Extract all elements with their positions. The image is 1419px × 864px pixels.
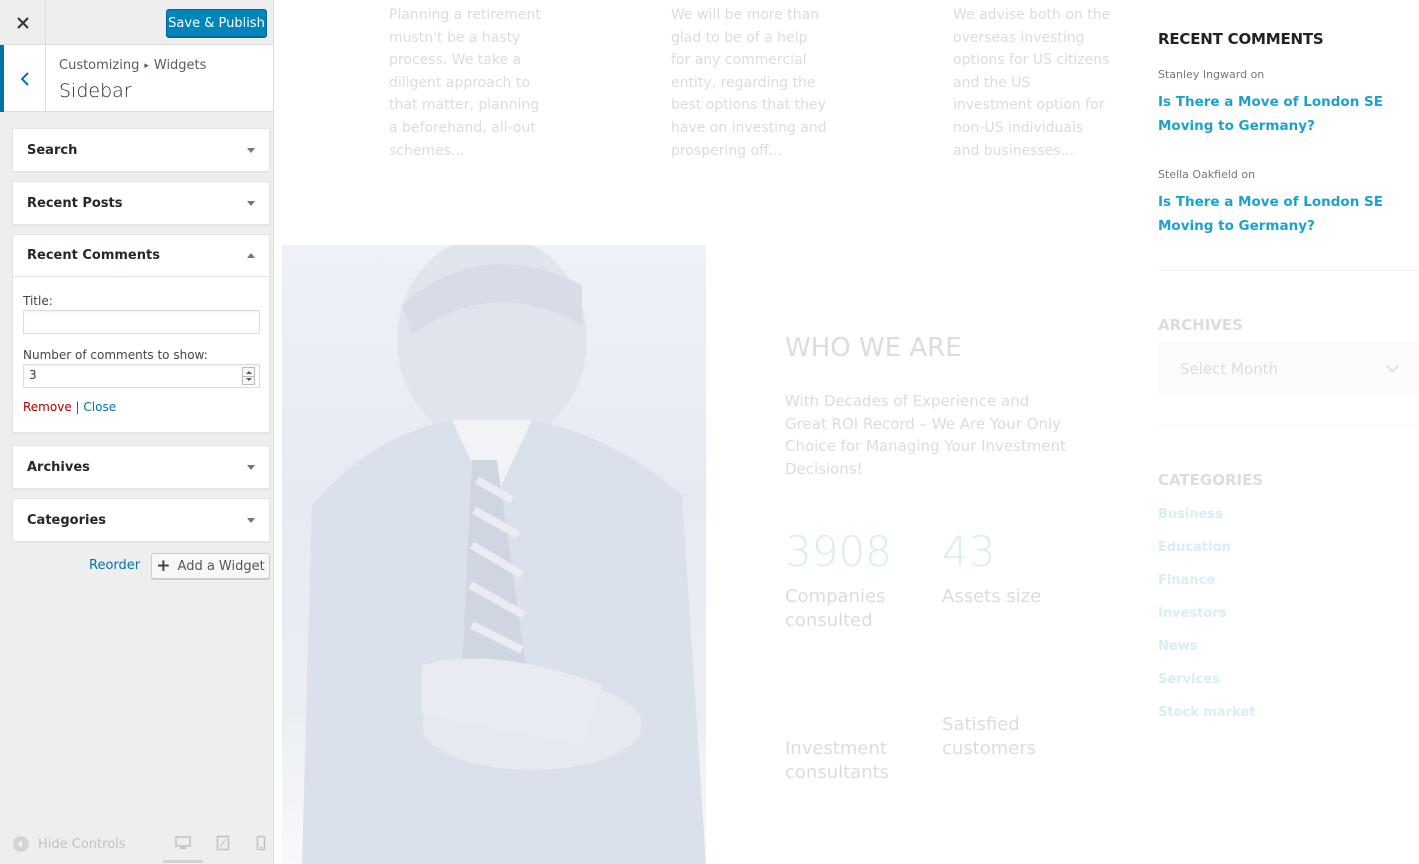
plus-icon: +: [156, 555, 171, 576]
category-link[interactable]: Investors: [1158, 606, 1226, 621]
widget-form: Title: Number of comments to show: 3 Rem…: [13, 294, 269, 414]
reorder-link[interactable]: Reorder: [89, 558, 140, 573]
service-excerpt: We advise both on the overseas investing…: [953, 7, 1111, 159]
stepper-divider: [243, 376, 254, 377]
mobile-preview-icon[interactable]: [256, 835, 266, 851]
widget-title: Recent Comments: [27, 248, 160, 263]
section-title: Sidebar: [59, 80, 132, 102]
recent-comments-heading: RECENT COMMENTS: [1158, 30, 1324, 48]
stat-label: Companies consulted: [785, 586, 886, 631]
stat-label: Assets size: [942, 586, 1042, 607]
category-link[interactable]: Finance: [1158, 573, 1215, 588]
widget-actions: Remove | Close: [23, 400, 259, 414]
widget-archives[interactable]: Archives: [12, 445, 270, 489]
category-link[interactable]: News: [1158, 639, 1197, 654]
customizer-panel: Save & Publish Customizing ▸ Widgets Sideb…: [0, 0, 274, 864]
category-link[interactable]: Services: [1158, 672, 1220, 687]
count-value: 3: [29, 368, 37, 382]
desktop-preview-icon[interactable]: [175, 835, 191, 851]
category-link[interactable]: Stock market: [1158, 705, 1255, 720]
widget-recent-comments: Recent Comments Title: Number of comment…: [12, 234, 270, 433]
stat-label: Investment consultants: [785, 738, 890, 783]
title-label: Title:: [23, 294, 53, 308]
count-stepper[interactable]: [242, 367, 255, 385]
category-link[interactable]: Business: [1158, 507, 1223, 522]
stepper-down-icon[interactable]: [246, 378, 252, 381]
hide-controls-button[interactable]: Hide Controls: [13, 836, 126, 852]
breadcrumb: Customizing ▸ Widgets: [59, 58, 206, 73]
photo-illustration: [302, 245, 706, 864]
archives-select[interactable]: Select Month: [1158, 342, 1419, 395]
comment-author: Stella Oakfield on: [1158, 168, 1256, 181]
active-device-indicator: [163, 860, 203, 863]
breadcrumb-root: Customizing: [59, 58, 140, 73]
widget-title: Archives: [27, 459, 90, 475]
stat-label: Satisfied customers: [942, 714, 1037, 759]
hide-controls-label: Hide Controls: [38, 836, 126, 852]
close-icon: [16, 16, 29, 29]
divider: [1158, 270, 1419, 271]
chevron-down-icon[interactable]: [247, 147, 255, 153]
comment-post-link[interactable]: Is There a Move of London SE Moving to G…: [1158, 191, 1419, 238]
stat-number: 3908: [785, 527, 892, 576]
chevron-down-icon[interactable]: [247, 200, 255, 206]
chevron-down-icon: [1386, 360, 1399, 373]
panel-footer: Hide Controls: [0, 824, 273, 864]
count-label: Number of comments to show:: [23, 348, 208, 362]
back-button[interactable]: [0, 45, 46, 112]
collapse-icon: [13, 836, 29, 852]
widget-search[interactable]: Search: [12, 128, 270, 172]
close-link[interactable]: Close: [83, 400, 116, 414]
widget-header[interactable]: Archives: [13, 446, 269, 488]
site-preview: Planning a retirement mustn't be a hasty…: [274, 0, 1419, 864]
section-subheading: With Decades of Experience and Great ROI…: [785, 392, 1067, 478]
widget-header[interactable]: Search: [13, 129, 269, 171]
breadcrumb-current: Widgets: [153, 58, 207, 73]
panel-header: Save & Publish: [0, 0, 273, 45]
section-heading: WHO WE ARE: [785, 333, 962, 363]
widget-title: Categories: [27, 512, 107, 528]
comment-post-link[interactable]: Is There a Move of London SE Moving to G…: [1158, 91, 1419, 138]
service-excerpt: We will be more than glad to be of a hel…: [671, 7, 827, 159]
widget-title: Search: [27, 142, 78, 158]
archives-select-value: Select Month: [1180, 359, 1279, 378]
count-input[interactable]: 3: [23, 364, 260, 388]
service-excerpt: Planning a retirement mustn't be a hasty…: [389, 7, 541, 159]
chevron-up-icon[interactable]: [247, 253, 255, 258]
add-widget-button[interactable]: + Add a Widget: [151, 553, 270, 579]
stat-number: 43: [942, 527, 996, 576]
actions-separator: |: [75, 400, 80, 414]
businessman-photo: [282, 245, 706, 864]
widget-header[interactable]: Categories: [13, 499, 269, 541]
remove-link[interactable]: Remove: [23, 400, 72, 414]
widget-categories[interactable]: Categories: [12, 498, 270, 542]
category-link[interactable]: Education: [1158, 540, 1231, 555]
widget-title: Recent Posts: [27, 195, 123, 211]
archives-heading: ARCHIVES: [1158, 316, 1243, 334]
breadcrumb-separator: ▸: [144, 61, 149, 71]
widget-header[interactable]: Recent Comments: [13, 235, 269, 277]
close-customizer-button[interactable]: [0, 0, 46, 45]
add-widget-label: Add a Widget: [177, 558, 265, 574]
divider: [1158, 425, 1419, 426]
categories-heading: CATEGORIES: [1158, 471, 1264, 489]
section-header: Customizing ▸ Widgets Sidebar: [0, 45, 273, 112]
widget-header[interactable]: Recent Posts: [13, 182, 269, 224]
chevron-down-icon[interactable]: [247, 464, 255, 470]
comment-author: Stanley Ingward on: [1158, 68, 1265, 81]
widget-recent-posts[interactable]: Recent Posts: [12, 181, 270, 225]
chevron-down-icon[interactable]: [247, 517, 255, 523]
title-input[interactable]: [23, 310, 260, 334]
tablet-preview-icon[interactable]: [216, 835, 230, 851]
chevron-left-icon: [20, 71, 29, 86]
stepper-up-icon[interactable]: [246, 371, 252, 374]
save-publish-button[interactable]: Save & Publish: [166, 9, 267, 37]
